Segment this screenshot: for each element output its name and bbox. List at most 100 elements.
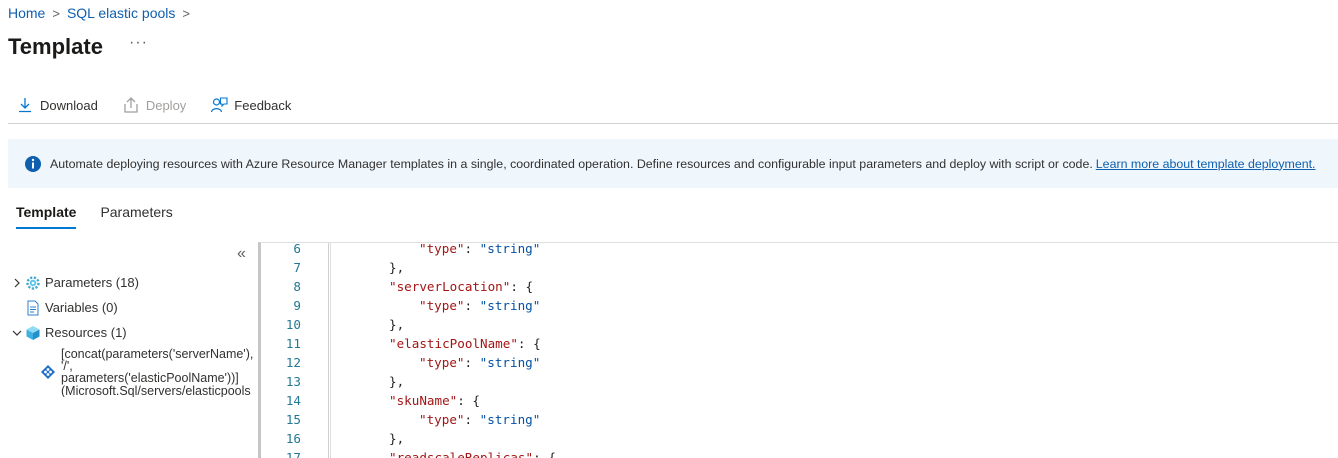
download-button[interactable]: Download — [8, 94, 98, 114]
line-number: 8 — [293, 279, 301, 294]
json-punctuation: : — [464, 242, 480, 256]
line-number: 12 — [285, 355, 301, 370]
download-icon — [19, 98, 31, 113]
json-key: "serverLocation" — [389, 279, 511, 294]
code-text: "elasticPoolName": { — [389, 334, 541, 353]
chevron-down-icon[interactable] — [10, 326, 24, 340]
title-row: Template ··· — [8, 34, 148, 60]
json-punctuation: }, — [389, 317, 405, 332]
resource-line: [concat(parameters('serverName'), — [61, 348, 254, 361]
document-icon — [27, 300, 39, 315]
json-value: "string" — [479, 355, 541, 370]
code-line: 11 "elasticPoolName": { — [261, 334, 1338, 353]
chevron-right-icon[interactable] — [10, 276, 24, 290]
json-punctuation: : { — [517, 336, 541, 351]
code-text: "skuName": { — [389, 391, 480, 410]
tab-parameters[interactable]: Parameters — [100, 204, 172, 229]
page-title: Template — [8, 34, 103, 59]
json-key: "skuName" — [389, 393, 458, 408]
code-line: 16}, — [261, 429, 1338, 448]
json-value: "string" — [479, 298, 541, 313]
json-key: "elasticPoolName" — [389, 336, 518, 351]
tab-template[interactable]: Template — [16, 204, 77, 229]
line-number: 7 — [293, 260, 301, 275]
code-line: 6 "type": "string" — [261, 242, 1338, 258]
json-punctuation: }, — [389, 431, 405, 446]
code-line: 15 "type": "string" — [261, 410, 1338, 429]
code-text: "type": "string" — [419, 410, 540, 429]
breadcrumb-separator: > — [182, 5, 190, 21]
command-bar: Download Deploy Feedback — [8, 94, 1338, 124]
breadcrumb-home[interactable]: Home — [8, 5, 45, 21]
line-number: 10 — [285, 317, 301, 332]
info-text: Automate deploying resources with Azure … — [50, 156, 1093, 171]
code-line: 12 "type": "string" — [261, 353, 1338, 372]
resource-line: (Microsoft.Sql/servers/elasticpools — [61, 383, 251, 397]
breadcrumb-separator: > — [52, 5, 60, 21]
tree-label-parameters: Parameters (18) — [45, 275, 139, 290]
code-line: 7}, — [261, 258, 1338, 277]
gear-icon — [26, 275, 40, 290]
code-text: }, — [389, 429, 404, 448]
json-punctuation: }, — [389, 374, 405, 389]
more-options-button[interactable]: ··· — [129, 34, 148, 52]
code-line: 13}, — [261, 372, 1338, 391]
deploy-button[interactable]: Deploy — [114, 94, 186, 114]
resource-label: [concat(parameters('serverName'), '/', p… — [61, 348, 259, 397]
code-text: }, — [389, 372, 404, 391]
tree-label-variables: Variables (0) — [45, 300, 118, 315]
collapse-tree-button[interactable]: « — [237, 245, 246, 263]
code-text: "readscaleReplicas": { — [389, 448, 556, 458]
breadcrumb-sql-elastic-pools[interactable]: SQL elastic pools — [67, 5, 175, 21]
code-text: "type": "string" — [419, 296, 540, 315]
breadcrumb: Home > SQL elastic pools > — [8, 5, 197, 21]
info-icon — [25, 155, 41, 172]
deploy-icon — [124, 97, 138, 113]
line-number: 17 — [285, 450, 301, 458]
template-outline-tree: Parameters (18) Variables (0) Resources … — [10, 270, 258, 345]
tree-item-parameters[interactable]: Parameters (18) — [10, 270, 258, 295]
code-text: "serverLocation": { — [389, 277, 533, 296]
learn-more-link[interactable]: Learn more about template deployment. — [1096, 157, 1316, 171]
line-number: 11 — [285, 336, 301, 351]
template-code-editor[interactable]: 6 "type": "string" 7}, 8 "serverLocation": {… — [258, 242, 1338, 458]
code-line: 8 "serverLocation": { — [261, 277, 1338, 296]
tab-list: Template Parameters — [16, 204, 197, 229]
json-key: "type" — [419, 298, 465, 313]
line-number: 6 — [293, 242, 301, 256]
json-key: "type" — [419, 355, 465, 370]
code-line: 14 "skuName": { — [261, 391, 1338, 410]
tree-item-variables[interactable]: Variables (0) — [10, 295, 258, 320]
json-punctuation: }, — [389, 260, 405, 275]
tree-label-resources: Resources (1) — [45, 325, 127, 340]
json-punctuation: : — [464, 412, 480, 427]
line-number: 16 — [285, 431, 301, 446]
json-punctuation: : { — [510, 279, 534, 294]
line-number: 15 — [285, 412, 301, 427]
cube-icon — [26, 325, 40, 340]
code-text: "type": "string" — [419, 353, 540, 372]
json-value: "string" — [479, 412, 541, 427]
tree-item-resources[interactable]: Resources (1) — [10, 320, 258, 345]
tree-item-elastic-pool-resource[interactable]: [concat(parameters('serverName'), '/', p… — [40, 348, 259, 397]
resource-line: parameters('elasticPoolName'))] — [61, 371, 239, 386]
feedback-label: Feedback — [234, 97, 292, 113]
code-line: 9 "type": "string" — [261, 296, 1338, 315]
line-number: 13 — [285, 374, 301, 389]
sql-elastic-pool-icon — [41, 365, 55, 380]
feedback-button[interactable]: Feedback — [202, 94, 291, 114]
feedback-icon — [211, 97, 228, 113]
line-number: 14 — [285, 393, 301, 408]
info-banner: Automate deploying resources with Azure … — [8, 139, 1338, 188]
json-key: "type" — [419, 412, 465, 427]
json-key: "type" — [419, 242, 465, 256]
json-key: "readscaleReplicas" — [389, 450, 534, 458]
code-line: 10}, — [261, 315, 1338, 334]
json-punctuation: : { — [457, 393, 480, 408]
code-line: 17 "readscaleReplicas": { — [261, 448, 1338, 458]
deploy-label: Deploy — [145, 97, 187, 113]
json-punctuation: : { — [533, 450, 556, 458]
download-label: Download — [40, 97, 98, 113]
json-punctuation: : — [464, 355, 480, 370]
code-text: }, — [389, 258, 404, 277]
